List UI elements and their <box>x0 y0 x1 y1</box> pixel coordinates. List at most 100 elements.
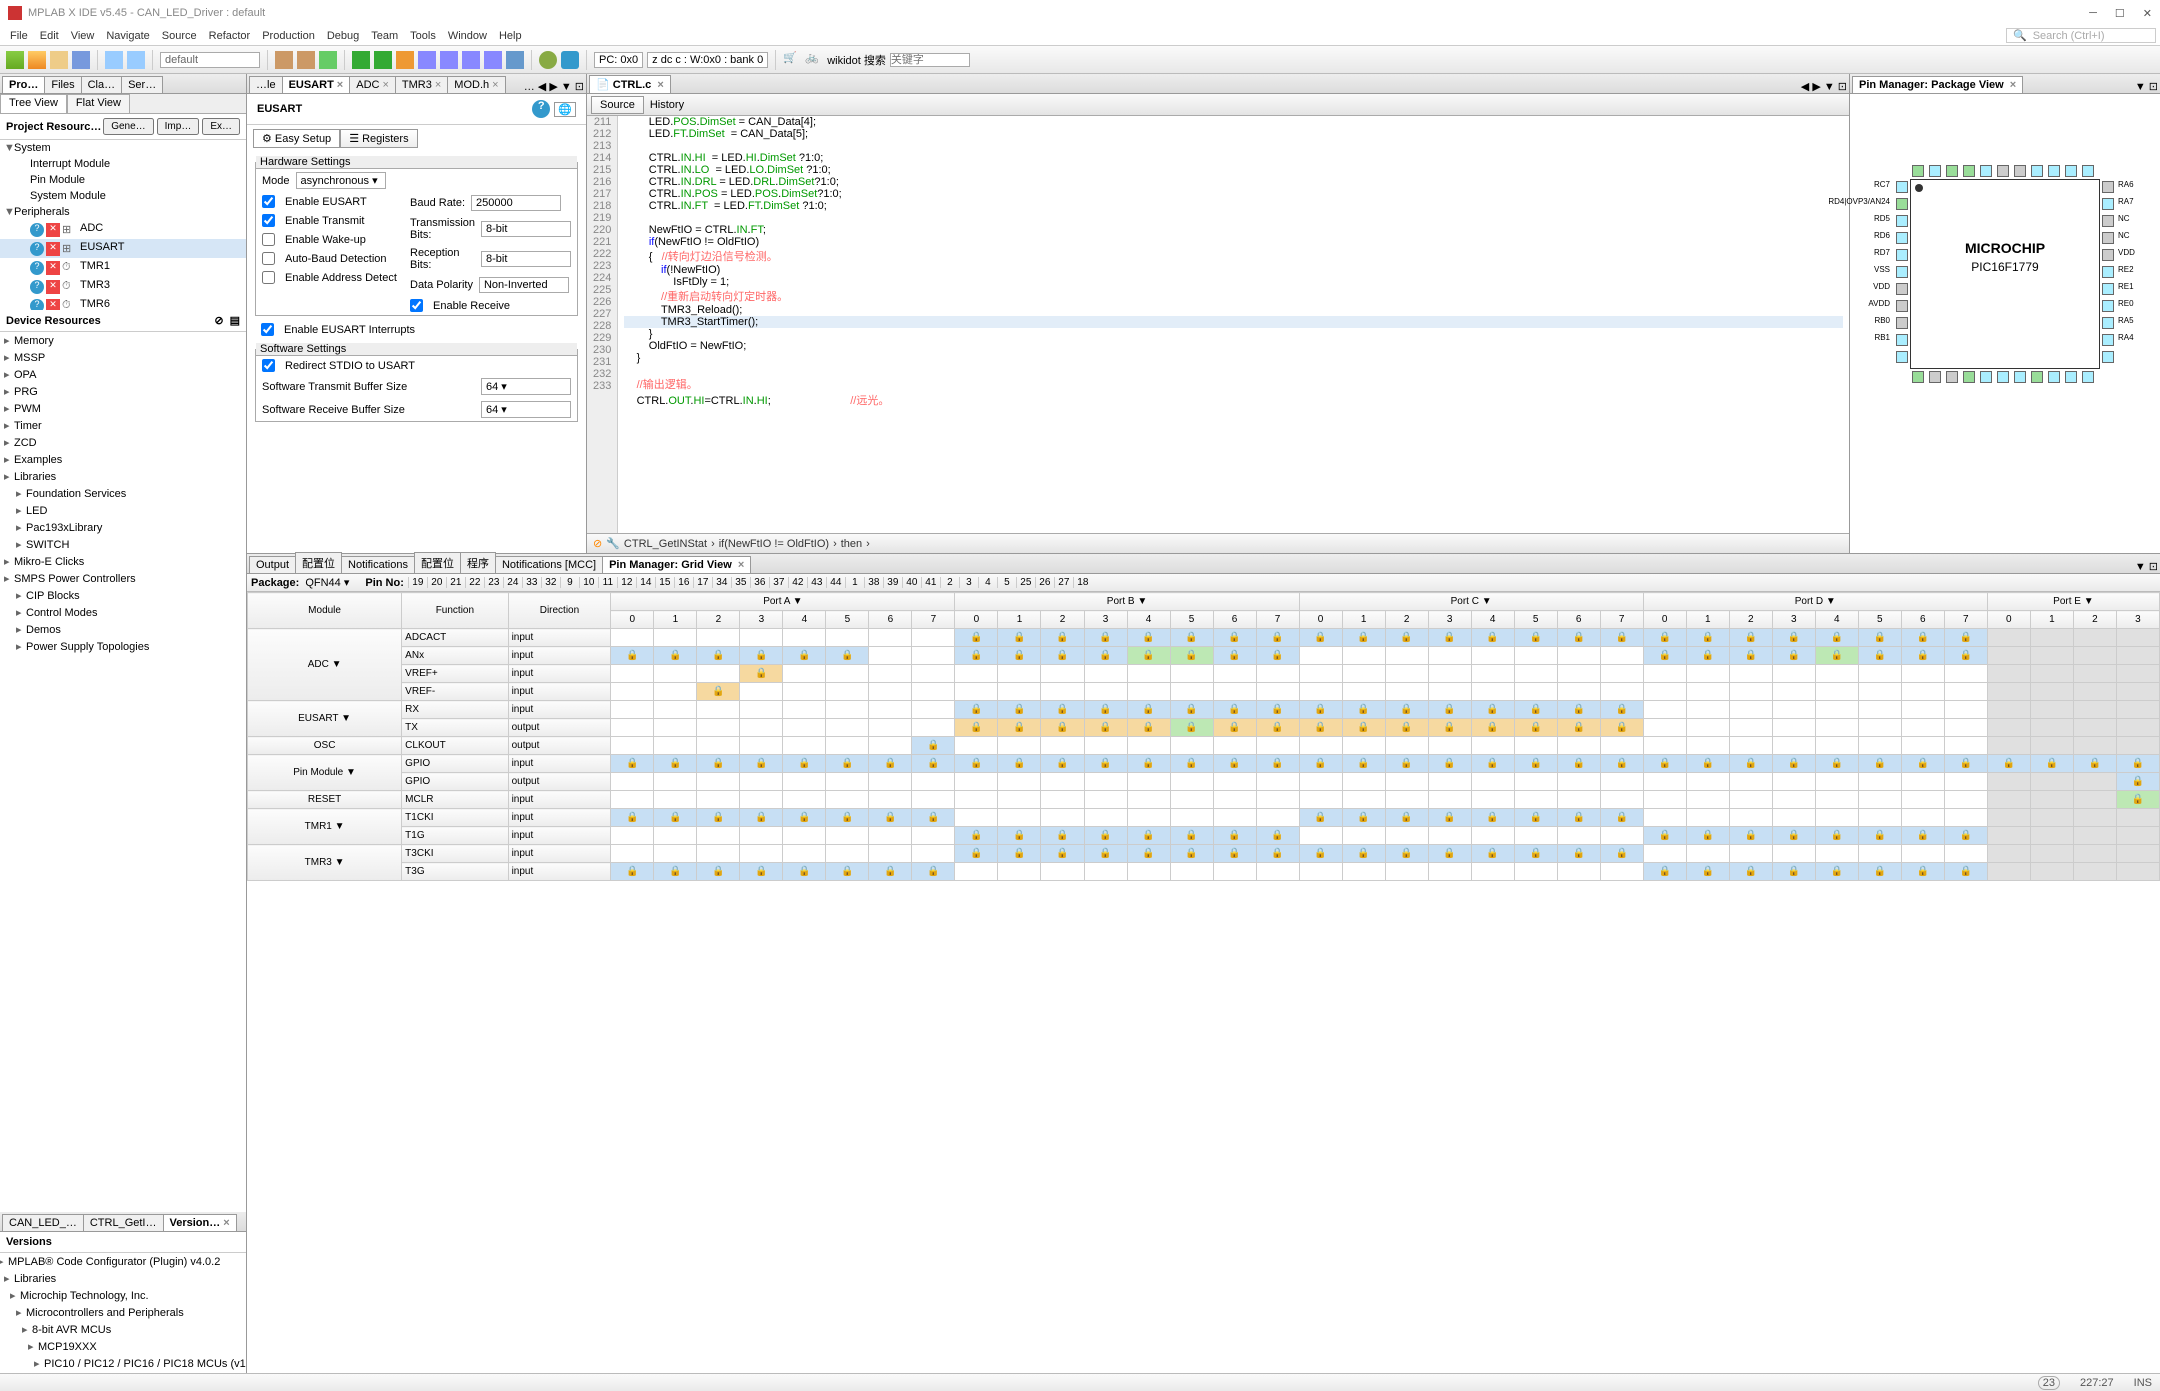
ctab-tmr3[interactable]: TMR3× <box>395 76 448 93</box>
grid-cell[interactable]: 🔒 <box>1901 647 1944 665</box>
grid-cell[interactable] <box>955 737 998 755</box>
grid-cell[interactable]: 🔒 <box>1815 755 1858 773</box>
grid-cell[interactable] <box>2030 809 2073 827</box>
grid-cell[interactable]: 🔒 <box>1600 719 1643 737</box>
grid-cell[interactable] <box>1643 791 1686 809</box>
grid-cell[interactable]: 🔒 <box>611 863 654 881</box>
grid-cell[interactable]: 🔒 <box>1686 827 1729 845</box>
pin[interactable] <box>2082 165 2094 177</box>
grid-cell[interactable] <box>1901 665 1944 683</box>
cart-icon[interactable]: 🛒 <box>783 51 801 69</box>
grid-cell[interactable] <box>1729 845 1772 863</box>
grid-cell[interactable] <box>1428 683 1471 701</box>
grid-cell[interactable] <box>1686 773 1729 791</box>
grid-cell[interactable]: 🔒 <box>1944 827 1987 845</box>
code-editor[interactable]: 211 212 213 214 215 216 217 218 219 220 … <box>587 116 1849 533</box>
grid-cell[interactable]: 🔒 <box>1213 629 1256 647</box>
grid-cell[interactable] <box>912 629 955 647</box>
grid-cell[interactable] <box>2116 647 2159 665</box>
grid-cell[interactable] <box>955 683 998 701</box>
grid-cell[interactable] <box>1858 773 1901 791</box>
grid-cell[interactable] <box>1256 809 1299 827</box>
build-icon[interactable] <box>275 51 293 69</box>
grid-cell[interactable]: 🔒 <box>2116 755 2159 773</box>
grid-cell[interactable] <box>697 845 740 863</box>
grid-cell[interactable] <box>912 773 955 791</box>
close-button[interactable]: ✕ <box>2143 7 2152 20</box>
grid-cell[interactable] <box>1643 683 1686 701</box>
grid-cell[interactable]: 🔒 <box>998 827 1041 845</box>
grid-cell[interactable] <box>1084 791 1127 809</box>
grid-cell[interactable] <box>2030 629 2073 647</box>
grid-cell[interactable] <box>1729 791 1772 809</box>
tree-sysmodule[interactable]: System Module <box>0 188 246 204</box>
pin[interactable] <box>1997 165 2009 177</box>
grid-cell[interactable]: 🔒 <box>1557 755 1600 773</box>
grid-cell[interactable] <box>783 737 826 755</box>
grid-cell[interactable] <box>826 665 869 683</box>
grid-cell[interactable] <box>1213 791 1256 809</box>
tab-package-view[interactable]: Pin Manager: Package View × <box>1852 76 2023 93</box>
grid-cell[interactable]: 🔒 <box>1299 755 1342 773</box>
subtab-flat[interactable]: Flat View <box>67 94 130 113</box>
grid-cell[interactable] <box>2073 845 2116 863</box>
chk-enable-receive[interactable] <box>410 299 423 312</box>
grid-cell[interactable]: 🔒 <box>697 809 740 827</box>
grid-cell[interactable] <box>740 719 783 737</box>
grid-cell[interactable]: 🔒 <box>1084 755 1127 773</box>
grid-cell[interactable]: 🔒 <box>1858 647 1901 665</box>
grid-cell[interactable]: 🔒 <box>869 863 912 881</box>
grid-cell[interactable]: 🔒 <box>1772 647 1815 665</box>
pin[interactable] <box>1896 300 1908 312</box>
tree-system[interactable]: ▼System <box>0 140 246 156</box>
grid-cell[interactable] <box>912 701 955 719</box>
grid-cell[interactable] <box>1471 665 1514 683</box>
grid-cell[interactable] <box>2116 845 2159 863</box>
grid-cell[interactable] <box>912 827 955 845</box>
grid-cell[interactable] <box>869 683 912 701</box>
grid-cell[interactable] <box>2073 701 2116 719</box>
grid-cell[interactable] <box>1987 719 2030 737</box>
grid-cell[interactable] <box>1686 665 1729 683</box>
grid-cell[interactable] <box>912 683 955 701</box>
grid-cell[interactable] <box>1557 791 1600 809</box>
version-item[interactable]: ▸Microcontrollers and Peripherals <box>0 1304 246 1321</box>
grid-cell[interactable] <box>1342 863 1385 881</box>
grid-cell[interactable]: 🔒 <box>1514 701 1557 719</box>
grid-cell[interactable]: 🔒 <box>955 719 998 737</box>
grid-cell[interactable] <box>2073 809 2116 827</box>
grid-cell[interactable]: 🔒 <box>955 755 998 773</box>
grid-cell[interactable]: 🔒 <box>2116 791 2159 809</box>
grid-cell[interactable]: 🔒 <box>1299 701 1342 719</box>
grid-cell[interactable] <box>2073 737 2116 755</box>
tab-services[interactable]: Ser… <box>121 76 163 93</box>
grid-cell[interactable] <box>1987 845 2030 863</box>
help-icon[interactable]: ? <box>532 100 550 118</box>
grid-cell[interactable] <box>1041 665 1084 683</box>
grid-cell[interactable] <box>611 683 654 701</box>
grid-cell[interactable] <box>1299 647 1342 665</box>
bike-icon[interactable]: 🚲 <box>805 51 823 69</box>
grid-cell[interactable] <box>1428 791 1471 809</box>
grid-cell[interactable]: 🔒 <box>1084 719 1127 737</box>
grid-cell[interactable] <box>2073 827 2116 845</box>
grid-cell[interactable] <box>654 845 697 863</box>
pin[interactable] <box>2031 165 2043 177</box>
grid-cell[interactable]: 🔒 <box>1428 755 1471 773</box>
grid-cell[interactable]: 🔒 <box>955 701 998 719</box>
grid-cell[interactable]: 🔒 <box>1428 629 1471 647</box>
code-tab-ctrl[interactable]: 📄 CTRL.c × <box>589 75 671 93</box>
version-item[interactable]: ▸MCP19XXX <box>0 1338 246 1355</box>
grid-cell[interactable]: 🔒 <box>1815 827 1858 845</box>
grid-cell[interactable] <box>1428 737 1471 755</box>
grid-cell[interactable] <box>1213 683 1256 701</box>
grid-cell[interactable] <box>1127 737 1170 755</box>
stop-icon[interactable] <box>418 51 436 69</box>
grid-cell[interactable] <box>783 827 826 845</box>
rxbuf-select[interactable]: 64 ▾ <box>481 401 571 418</box>
grid-cell[interactable]: 🔒 <box>1041 701 1084 719</box>
grid-cell[interactable] <box>740 827 783 845</box>
grid-cell[interactable]: 🔒 <box>826 809 869 827</box>
grid-cell[interactable]: 🔒 <box>1729 647 1772 665</box>
import-button[interactable]: Imp… <box>157 118 200 135</box>
